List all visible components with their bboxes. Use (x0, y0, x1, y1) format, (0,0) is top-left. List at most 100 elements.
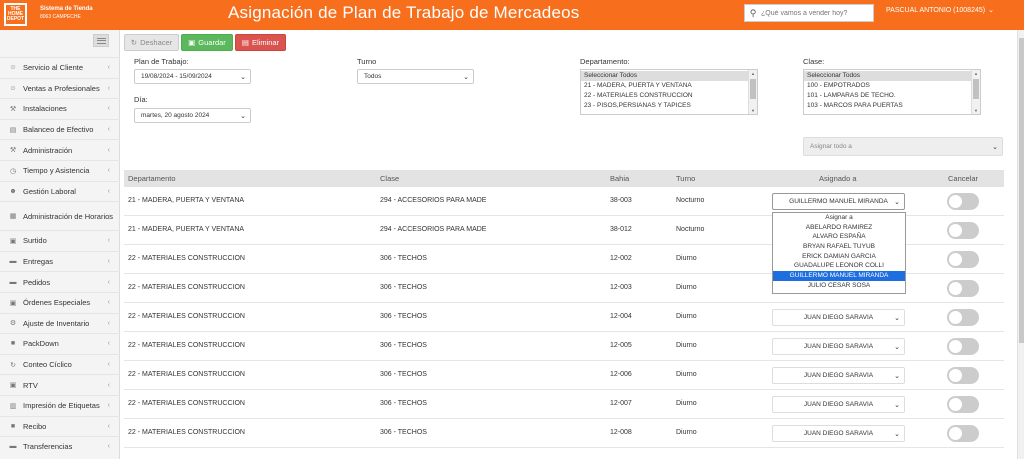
assign-option[interactable]: Asignar a (773, 213, 905, 223)
sidebar-item[interactable]: ☺ Servicio al Cliente ‹ (0, 57, 120, 78)
cancel-toggle[interactable] (947, 396, 979, 413)
sidebar-item[interactable]: ■ PackDown ‹ (0, 333, 120, 354)
sidebar-item[interactable]: ⚒ Administración ‹ (0, 139, 120, 160)
cancel-toggle[interactable] (947, 280, 979, 297)
cancel-toggle[interactable] (947, 222, 979, 239)
sidebar-item[interactable]: ⚙ Ajuste de Inventario ‹ (0, 312, 120, 334)
cell-bahia: 12-008 (610, 429, 632, 436)
assign-select[interactable]: JUAN DIEGO SARAVIA ⌄ (772, 425, 905, 442)
departamento-listbox[interactable]: Seleccionar Todos 21 - MADERA, PUERTA Y V… (580, 69, 758, 115)
menu-toggle-icon[interactable] (93, 34, 109, 47)
cart-icon: ▣ (9, 382, 17, 390)
sidebar-item[interactable]: ▬ Pedidos ‹ (0, 271, 120, 292)
cancel-toggle[interactable] (947, 425, 979, 442)
assign-select[interactable]: JUAN DIEGO SARAVIA ⌄ (772, 338, 905, 355)
page-scrollbar[interactable] (1017, 30, 1024, 459)
search-icon[interactable]: ⚲ (745, 8, 761, 19)
sidebar-item-label: Impresión de Etiquetas (23, 401, 100, 411)
undo-button[interactable]: ↻ Deshacer (124, 34, 179, 51)
sidebar-item[interactable]: ⚒ Instalaciones ‹ (0, 98, 120, 119)
assign-option[interactable]: GUADALUPE LEONOR COLLI (773, 261, 905, 271)
chevron-left-icon: ‹ (107, 361, 110, 369)
sidebar-item[interactable]: ■ Recibo ‹ (0, 415, 120, 437)
sidebar-item[interactable]: ▣ Órdenes Especiales ‹ (0, 291, 120, 313)
cell-bahia: 38-003 (610, 197, 632, 204)
header-clase: Clase (380, 174, 400, 183)
listbox-option[interactable]: 103 - MARCOS PARA PUERTAS (804, 101, 980, 111)
sidebar-item[interactable]: ▬ Entregas ‹ (0, 250, 120, 272)
sidebar-item[interactable]: ◷ Tiempo y Asistencia ‹ (0, 159, 120, 181)
listbox-option[interactable]: 100 - EMPOTRADOS (804, 81, 980, 91)
sidebar-item[interactable]: ☺ Ventas a Profesionales ‹ (0, 77, 120, 99)
sidebar-item[interactable]: ▤ Balanceo de Efectivo ‹ (0, 118, 120, 140)
search-input[interactable] (761, 9, 871, 17)
store-info: Sistema de Tienda 8063 CAMPECHE (40, 5, 93, 21)
page-title: Asignación de Plan de Trabajo de Mercade… (228, 3, 580, 22)
listbox-option[interactable]: 22 - MATERIALES CONSTRUCCION (581, 91, 757, 101)
sidebar-item[interactable]: ☻ Gestión Laboral ‹ (0, 180, 120, 202)
cancel-toggle[interactable] (947, 193, 979, 210)
assign-select[interactable]: JUAN DIEGO SARAVIA ⌄ (772, 367, 905, 384)
assign-select[interactable]: GUILLERMO MANUEL MIRANDA ⌄ (772, 193, 905, 210)
sidebar-item[interactable]: ↻ Conteo Cíclico ‹ (0, 353, 120, 375)
assign-select[interactable]: JUAN DIEGO SARAVIA ⌄ (772, 309, 905, 326)
assign-value: JUAN DIEGO SARAVIA (803, 430, 874, 437)
plan-label: Plan de Trabajo: (134, 57, 189, 66)
turno-select[interactable]: Todos ⌄ (357, 69, 474, 84)
chevron-down-icon: ⌄ (894, 401, 900, 409)
clase-listbox[interactable]: Seleccionar Todos 100 - EMPOTRADOS 101 - L… (803, 69, 981, 115)
assign-select[interactable]: JUAN DIEGO SARAVIA ⌄ (772, 396, 905, 413)
sidebar-menu: ☺ Servicio al Cliente ‹ ☺ Ventas a Profesion… (0, 57, 120, 457)
cancel-toggle[interactable] (947, 251, 979, 268)
assign-option[interactable]: GUILLERMO MANUEL MIRANDA (773, 271, 905, 281)
box-icon: ■ (10, 422, 16, 430)
assign-option[interactable]: BRYAN RAFAEL TUYUB (773, 242, 905, 252)
assign-option[interactable]: ERICK DAMIAN GARCIA (773, 252, 905, 262)
assign-option[interactable]: ABELARDO RAMIREZ (773, 223, 905, 233)
clock-icon: ◷ (9, 167, 17, 175)
sidebar-item[interactable]: ▣ Surtido ‹ (0, 230, 120, 251)
undo-icon: ↻ (130, 38, 138, 47)
cancel-toggle[interactable] (947, 338, 979, 355)
cell-departamento: 22 - MATERIALES CONSTRUCCION (128, 255, 245, 262)
cell-departamento: 22 - MATERIALES CONSTRUCCION (128, 284, 245, 291)
cancel-toggle[interactable] (947, 309, 979, 326)
chevron-left-icon: ‹ (107, 167, 110, 175)
search-box[interactable]: ⚲ (744, 4, 874, 22)
sidebar-item[interactable]: ▣ RTV ‹ (0, 374, 120, 395)
cell-clase: 306 - TECHOS (380, 342, 427, 349)
dia-select[interactable]: martes, 20 agosto 2024 ⌄ (134, 108, 251, 123)
listbox-option[interactable]: 101 - LAMPARAS DE TECHO. (804, 91, 980, 101)
clase-scrollbar[interactable]: ▲ ▼ (971, 70, 980, 114)
chevron-left-icon: ‹ (107, 237, 110, 245)
listbox-option[interactable]: Seleccionar Todos (804, 71, 980, 81)
chevron-left-icon: ‹ (107, 381, 110, 389)
trash-icon: ▤ (241, 38, 249, 47)
delete-button[interactable]: ▤ Eliminar (235, 34, 286, 51)
cell-departamento: 22 - MATERIALES CONSTRUCCION (128, 342, 245, 349)
user-menu[interactable]: PASCUAL ANTONIO (1008245) ⌄ (886, 6, 994, 14)
plan-select[interactable]: 19/08/2024 - 15/09/2024 ⌄ (134, 69, 251, 84)
cell-bahia: 12-004 (610, 313, 632, 320)
home-depot-logo[interactable]: THE HOME DEPOT (4, 3, 27, 26)
assign-dropdown-list[interactable]: Asignar a ABELARDO RAMIREZ ALVARO ESPAÑA BR… (772, 212, 906, 294)
save-button[interactable]: ▣ Guardar (181, 34, 233, 51)
sidebar-item[interactable]: ▦ Administración de Horarios ‹ (0, 201, 120, 230)
sidebar-item[interactable]: ▥ Impresión de Etiquetas ‹ (0, 394, 120, 416)
cancel-toggle[interactable] (947, 367, 979, 384)
sidebar-item-label: Recibo (23, 421, 47, 431)
listbox-option[interactable]: Seleccionar Todos (581, 71, 757, 81)
table-row: 22 - MATERIALES CONSTRUCCION 306 - TECHOS… (124, 390, 1004, 419)
sidebar-item[interactable]: ▬ Transferencias ‹ (0, 436, 120, 457)
print-icon: ▥ (9, 402, 17, 410)
departamento-scrollbar[interactable]: ▲ ▼ (748, 70, 757, 114)
assign-option[interactable]: JULIO CESAR SOSA (773, 281, 905, 291)
assign-option[interactable]: ALVARO ESPAÑA (773, 232, 905, 242)
table-row: 22 - MATERIALES CONSTRUCCION 306 - TECHOS… (124, 332, 1004, 361)
assign-all-select[interactable]: Asignar todo a ⌄ (803, 137, 1003, 156)
listbox-option[interactable]: 23 - PISOS,PERSIANAS Y TAPICES (581, 101, 757, 111)
scrollbar-thumb[interactable] (1019, 38, 1024, 343)
users-icon: ☻ (9, 187, 17, 195)
gear-icon: ⚙ (9, 320, 17, 328)
listbox-option[interactable]: 21 - MADERA, PUERTA Y VENTANA (581, 81, 757, 91)
